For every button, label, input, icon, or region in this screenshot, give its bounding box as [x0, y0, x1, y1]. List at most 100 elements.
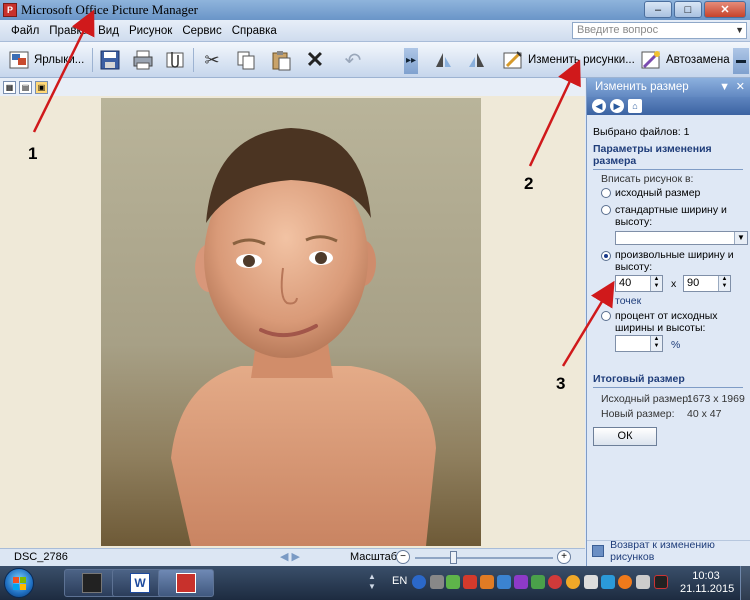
task-pane-nav: ◀ ▶ ⌂ [587, 97, 750, 115]
zoom-in-icon[interactable]: + [557, 550, 571, 564]
word-icon: W [130, 573, 150, 593]
rotate-right-button[interactable] [464, 46, 490, 74]
result-size-heading: Итоговый размер [593, 373, 685, 385]
next-picture-icon[interactable]: ▶ [292, 551, 300, 563]
annotation-number-2: 2 [524, 174, 534, 193]
thumbnail-view-icon[interactable]: ▦ [3, 80, 16, 94]
rotate-left-button[interactable] [430, 46, 456, 74]
percent-radio[interactable] [601, 311, 611, 321]
back-to-edit-link[interactable]: Возврат к изменению рисунков [587, 539, 750, 563]
width-input[interactable]: 40 ▲ ▼ [615, 275, 663, 292]
taskbar-scroll-icon[interactable]: ▲ ▼ [368, 572, 376, 592]
autocorrect-button[interactable]: Автозамена [638, 46, 730, 74]
minimize-button[interactable]: – [644, 1, 672, 18]
shield-tray-icon[interactable] [531, 575, 545, 589]
help-search-input[interactable]: Введите вопрос ▼ [572, 22, 747, 39]
custom-size-radio[interactable] [601, 251, 611, 261]
width-spinner-arrows-icon[interactable]: ▲ ▼ [650, 276, 662, 291]
chevron-down-icon[interactable]: ▼ [734, 232, 747, 244]
height-input[interactable]: 90 ▲ ▼ [683, 275, 731, 292]
zoom-out-icon[interactable]: − [396, 550, 410, 564]
menu-view[interactable]: Вид [93, 25, 124, 37]
files-selected-text: Выбрано файлов: 1 [593, 126, 690, 138]
percent-input[interactable]: ▲ ▼ [615, 335, 663, 352]
paste-button[interactable] [268, 46, 294, 74]
help-tray-icon[interactable] [412, 575, 426, 589]
ok-button[interactable]: ОК [593, 427, 657, 446]
dimension-separator: x [671, 278, 677, 290]
keyboard-tray-icon[interactable] [430, 575, 444, 589]
undo-icon: ↶ [344, 49, 362, 72]
pane-close-icon[interactable]: ✕ [736, 78, 745, 97]
printer-icon [130, 47, 156, 73]
edit-pictures-button[interactable]: Изменить рисунки... [500, 46, 635, 74]
photo-preview[interactable] [101, 98, 481, 546]
network-tray-icon[interactable] [497, 575, 511, 589]
menu-file[interactable]: Файл [6, 25, 44, 37]
maximize-button[interactable]: □ [674, 1, 702, 18]
window-title: Microsoft Office Picture Manager [21, 2, 199, 17]
zoom-slider-thumb[interactable] [450, 551, 457, 564]
battery-tray-icon[interactable] [584, 575, 598, 589]
start-button[interactable] [4, 568, 34, 598]
percent-spinner-arrows-icon[interactable]: ▲ ▼ [650, 336, 662, 351]
close-button[interactable]: ✕ [704, 1, 746, 18]
standard-size-radio[interactable] [601, 205, 611, 215]
show-desktop-button[interactable] [740, 566, 750, 600]
picture-manager-app-icon[interactable]: P [3, 3, 17, 17]
task-pane-title: Изменить размер [595, 81, 689, 93]
copy-icon [233, 47, 259, 73]
viber-tray-icon[interactable] [514, 575, 528, 589]
smile-tray-icon[interactable] [566, 575, 580, 589]
delete-button[interactable]: ✕ [302, 46, 328, 74]
menu-picture[interactable]: Рисунок [124, 25, 177, 37]
height-value: 90 [687, 277, 700, 289]
menu-bar: Файл Правка Вид Рисунок Сервис Справка В… [0, 20, 750, 42]
single-picture-view-icon[interactable]: ▣ [35, 80, 48, 94]
task-pane-header: Изменить размер ▼ ✕ [587, 78, 750, 97]
original-size-radio[interactable] [601, 188, 611, 198]
save-button[interactable] [97, 46, 123, 74]
pane-menu-chevron-icon[interactable]: ▼ [719, 78, 730, 97]
print-button[interactable] [130, 46, 156, 74]
menu-tools[interactable]: Сервис [177, 25, 226, 37]
menu-help[interactable]: Справка [227, 25, 282, 37]
windows-taskbar: W ▲ ▼ EN 10:03 21.11.2015 [0, 566, 750, 600]
email-button[interactable] [162, 46, 188, 74]
original-size-label: Исходный размер: [601, 393, 691, 405]
sync-tray-icon[interactable] [480, 575, 494, 589]
cut-button[interactable]: ✂ [199, 46, 225, 74]
annotation-number-1: 1 [28, 144, 38, 163]
chat-tray-icon[interactable] [446, 575, 460, 589]
clock-time: 10:03 [692, 570, 720, 582]
volume-tray-icon[interactable] [636, 575, 650, 589]
toolbar-overflow-chevron-icon[interactable]: ▸▸▼ [404, 48, 418, 92]
flash-tray-icon[interactable] [654, 575, 668, 589]
taskbar-picture-manager[interactable] [158, 569, 214, 597]
menu-edit[interactable]: Правка [44, 25, 93, 37]
system-clock[interactable]: 10:03 21.11.2015 [680, 570, 734, 596]
windows-logo-icon [13, 577, 26, 590]
opera-tray-icon[interactable] [548, 575, 562, 589]
en-layout-tray-icon[interactable] [463, 575, 477, 589]
undo-button[interactable]: ↶ [340, 46, 366, 74]
zoom-slider-track[interactable] [415, 557, 553, 559]
media-tray-icon[interactable] [618, 575, 632, 589]
previous-picture-icon[interactable]: ◀ [280, 551, 288, 563]
toolbar-options-chevron-icon[interactable]: ▬▼ [733, 48, 749, 92]
home-icon[interactable]: ⌂ [628, 99, 642, 113]
zoom-label: Масштаб: [350, 551, 401, 563]
standard-size-dropdown[interactable]: ▼ [615, 231, 748, 245]
wifi-tray-icon[interactable] [601, 575, 615, 589]
copy-button[interactable] [233, 46, 259, 74]
filmstrip-view-icon[interactable]: ▤ [19, 80, 32, 94]
height-spinner-arrows-icon[interactable]: ▲ ▼ [718, 276, 730, 291]
forward-arrow-icon[interactable]: ▶ [610, 99, 624, 113]
standard-size-option-label: стандартные ширину и высоту: [615, 204, 727, 228]
language-indicator[interactable]: EN [392, 575, 407, 587]
resize-settings-heading: Параметры изменения размера [593, 143, 712, 167]
rotate-left-icon [430, 47, 456, 73]
back-arrow-icon[interactable]: ◀ [592, 99, 606, 113]
shortcuts-button[interactable]: Ярлыки... [6, 46, 84, 74]
chevron-down-icon[interactable]: ▼ [735, 23, 744, 38]
